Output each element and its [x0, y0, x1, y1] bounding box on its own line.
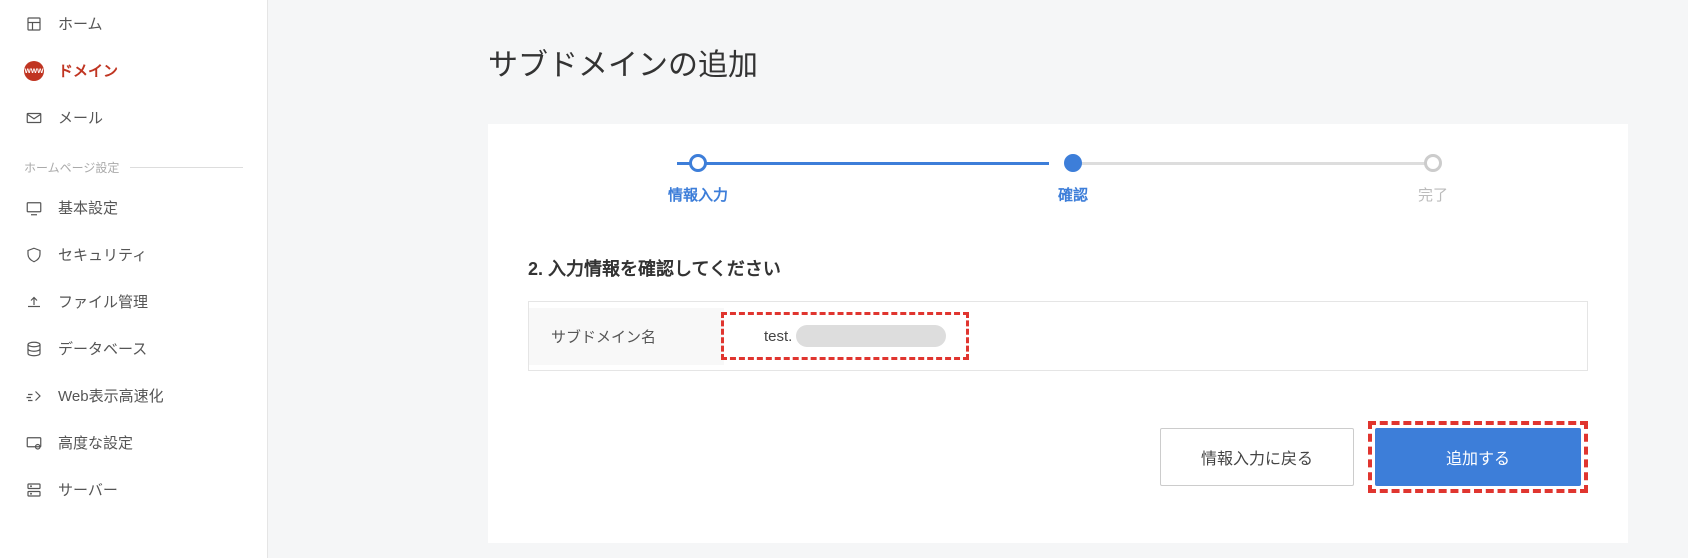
- sidebar-item-files[interactable]: ファイル管理: [0, 278, 267, 325]
- database-icon: [24, 339, 44, 359]
- highlight-annotation-submit: 追加する: [1368, 421, 1588, 493]
- sidebar-item-label: サーバー: [58, 479, 118, 500]
- step-done: 完了: [1418, 154, 1448, 205]
- sidebar-item-label: データベース: [58, 338, 147, 359]
- server-icon: [24, 480, 44, 500]
- sidebar-item-server[interactable]: サーバー: [0, 466, 267, 513]
- sidebar-item-label: Web表示高速化: [58, 385, 164, 406]
- step-confirm: 確認: [1058, 154, 1088, 205]
- speed-icon: [24, 386, 44, 406]
- sidebar-item-domain[interactable]: www ドメイン: [0, 47, 267, 94]
- step-label: 情報入力: [668, 184, 728, 205]
- step-circle: [1424, 154, 1442, 172]
- sidebar-item-mail[interactable]: メール: [0, 94, 267, 141]
- step-circle: [1064, 154, 1082, 172]
- progress-bar-pending: [1067, 162, 1439, 165]
- monitor-icon: [24, 198, 44, 218]
- progress-bar-done: [677, 162, 1049, 165]
- submit-button[interactable]: 追加する: [1375, 428, 1581, 486]
- shield-icon: [24, 245, 44, 265]
- sidebar-item-label: ドメイン: [58, 60, 118, 81]
- sidebar-item-label: 基本設定: [58, 197, 118, 218]
- sidebar-item-database[interactable]: データベース: [0, 325, 267, 372]
- redacted-value: [796, 325, 946, 347]
- sidebar-item-label: ホーム: [58, 13, 103, 34]
- sidebar-item-label: 高度な設定: [58, 432, 133, 453]
- home-icon: [24, 14, 44, 34]
- instruction-heading: 2. 入力情報を確認してください: [528, 255, 1588, 281]
- sidebar-item-home[interactable]: ホーム: [0, 0, 267, 47]
- step-label: 確認: [1058, 184, 1088, 205]
- sidebar-item-advanced[interactable]: 高度な設定: [0, 419, 267, 466]
- step-label: 完了: [1418, 184, 1448, 205]
- sidebar-item-label: ファイル管理: [58, 291, 148, 312]
- sidebar-section-label: ホームページ設定: [0, 141, 267, 184]
- step-circle: [689, 154, 707, 172]
- mail-icon: [24, 108, 44, 128]
- back-button[interactable]: 情報入力に戻る: [1160, 428, 1354, 486]
- stepper: 情報入力 確認 完了: [668, 154, 1448, 205]
- panel: 情報入力 確認 完了 2. 入力情報を確認してください サブドメイン名: [488, 124, 1628, 543]
- www-icon: www: [24, 61, 44, 81]
- step-input: 情報入力: [668, 154, 728, 205]
- field-value-container: test.: [724, 302, 1587, 370]
- page-title: サブドメインの追加: [488, 40, 1628, 84]
- field-label: サブドメイン名: [529, 308, 724, 365]
- action-bar: 情報入力に戻る 追加する: [528, 421, 1588, 493]
- sidebar: ホーム www ドメイン メール ホームページ設定 基本設定 セキュリティ: [0, 0, 268, 558]
- sidebar-item-label: メール: [58, 107, 103, 128]
- main-content: サブドメインの追加 情報入力 確認 完了: [268, 0, 1688, 558]
- sidebar-item-basic[interactable]: 基本設定: [0, 184, 267, 231]
- display-gear-icon: [24, 433, 44, 453]
- highlight-annotation-value: test.: [721, 312, 969, 360]
- sidebar-item-speed[interactable]: Web表示高速化: [0, 372, 267, 419]
- field-row-subdomain: サブドメイン名 test.: [528, 301, 1588, 371]
- field-value-prefix: test.: [764, 328, 796, 345]
- sidebar-item-security[interactable]: セキュリティ: [0, 231, 267, 278]
- upload-icon: [24, 292, 44, 312]
- sidebar-item-label: セキュリティ: [58, 244, 147, 265]
